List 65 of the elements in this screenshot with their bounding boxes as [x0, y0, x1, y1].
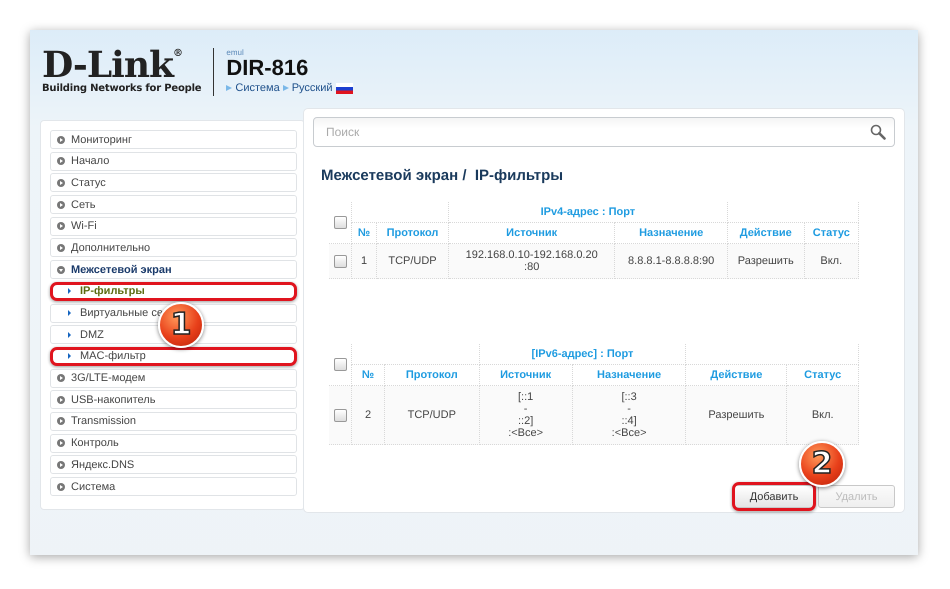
bullet-icon: [57, 417, 65, 426]
table-cell: 2: [352, 386, 385, 444]
sidebar-item[interactable]: MAC-фильтр: [50, 346, 297, 366]
page-title: Межсетевой экран / IP-фильтры: [321, 167, 564, 184]
table-cell: TCP/UDP: [384, 386, 480, 444]
bullet-icon: [57, 136, 65, 144]
group-header: IPv4-адрес : Порт: [448, 202, 728, 222]
chevron-icon: [68, 332, 71, 338]
table-cell: TCP/UDP: [376, 244, 448, 278]
table-cell: Вкл.: [804, 244, 858, 278]
bullet-icon: [57, 157, 65, 166]
action-button[interactable]: Добавить: [733, 485, 815, 508]
arrow-icon: [226, 85, 232, 91]
bullet-icon: [57, 244, 65, 252]
sidebar-item[interactable]: Статус: [50, 173, 297, 192]
sidebar-item[interactable]: USB-накопитель: [50, 390, 297, 410]
step-badge: 2: [799, 441, 845, 487]
sidebar-item[interactable]: IP-фильтры: [50, 282, 297, 301]
table-cell: Разрешить: [727, 244, 804, 278]
checkbox[interactable]: [334, 358, 346, 371]
sidebar-item[interactable]: 3G/LTE-модем: [50, 368, 297, 388]
arrow-icon: [282, 85, 289, 91]
tagline: Building Networks for People: [42, 83, 202, 94]
registered-mark: ®: [172, 48, 183, 59]
bullet-icon: [57, 178, 65, 187]
table-cell: Вкл.: [786, 386, 858, 444]
table-cell: Разрешить: [686, 386, 787, 444]
bullet-icon: [57, 266, 65, 274]
flag-icon: [336, 82, 353, 94]
sidebar-item[interactable]: Начало: [50, 152, 297, 171]
bullet-icon: [57, 200, 65, 209]
checkbox[interactable]: [334, 408, 346, 422]
breadcrumb-link[interactable]: Русский: [292, 82, 333, 94]
bullet-icon: [57, 439, 65, 448]
sidebar-item[interactable]: Межсетевой экран: [50, 260, 297, 280]
sidebar-item[interactable]: Дополнительно: [50, 238, 297, 258]
search-field[interactable]: Поиск: [313, 117, 895, 147]
breadcrumb-link[interactable]: Система: [235, 82, 280, 94]
sidebar-item[interactable]: Контроль: [50, 434, 297, 453]
model-name: DIR-816: [226, 57, 310, 79]
table-cell: 192.168.0.10-192.168.0.20 :80: [448, 244, 615, 278]
sidebar-item[interactable]: Мониторинг: [50, 130, 297, 149]
chevron-icon: [68, 288, 71, 294]
checkbox[interactable]: [334, 216, 346, 229]
sidebar-item[interactable]: Transmission: [50, 412, 297, 431]
logo-text: D-Link: [42, 48, 173, 82]
sidebar-item[interactable]: Сеть: [50, 195, 297, 214]
bullet-icon: [57, 460, 65, 469]
firmware-label: emul: [226, 48, 245, 57]
chevron-icon: [68, 353, 71, 360]
bullet-icon: [57, 374, 65, 382]
search-icon: [870, 124, 886, 140]
checkbox[interactable]: [334, 254, 346, 268]
sidebar-item[interactable]: Wi-Fi: [50, 216, 297, 236]
sidebar-item[interactable]: Яндекс.DNS: [50, 455, 297, 474]
sidebar-item[interactable]: Система: [50, 477, 297, 496]
table-cell: 8.8.8.1-8.8.8.8:90: [614, 244, 728, 278]
table-cell: [::1 - ::2] :<Все>: [479, 386, 572, 444]
bullet-icon: [57, 222, 65, 230]
bullet-icon: [57, 396, 65, 404]
chevron-icon: [68, 310, 71, 316]
table-cell: [::3 - ::4] :<Все>: [572, 386, 686, 444]
table-cell: 1: [352, 244, 377, 278]
bullet-icon: [57, 482, 65, 490]
group-header: [IPv6-адрес] : Порт: [479, 344, 686, 364]
